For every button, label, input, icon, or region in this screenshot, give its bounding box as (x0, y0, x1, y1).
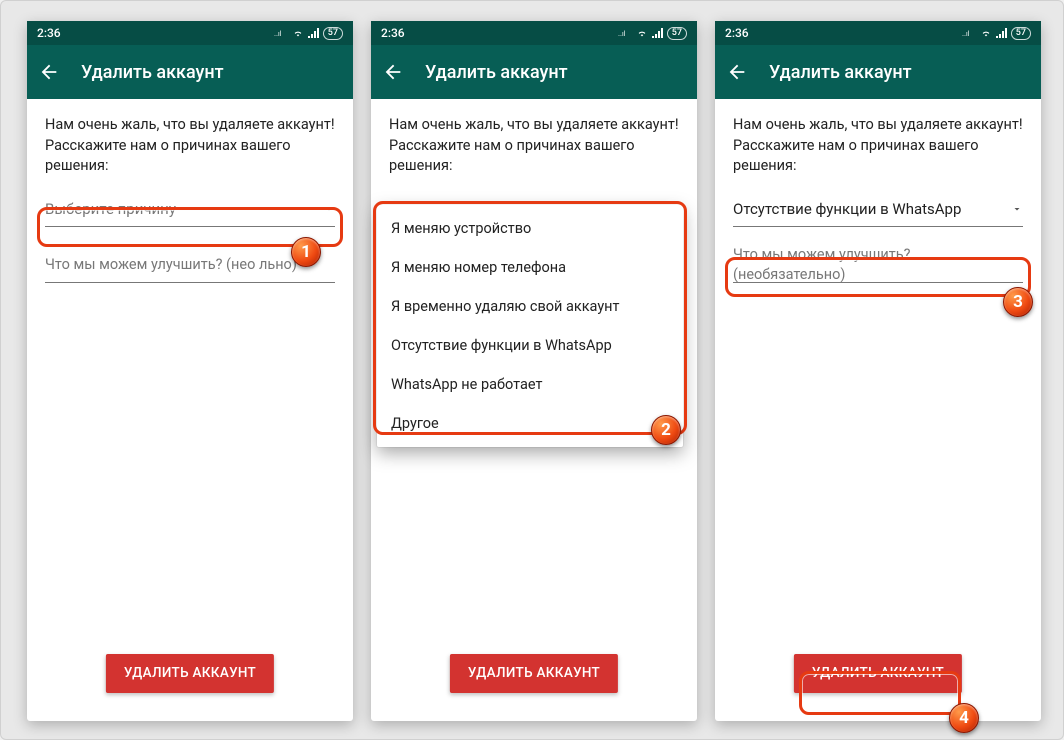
chevron-down-icon (1011, 203, 1023, 215)
battery-indicator: 57 (1011, 27, 1031, 40)
arrow-left-icon (38, 61, 60, 83)
dropdown-item[interactable]: Другое (377, 404, 683, 443)
dropdown-item[interactable]: WhatsApp не работает (377, 365, 683, 404)
svg-text:..ıl: ..ıl (962, 31, 970, 38)
battery-indicator: 57 (667, 27, 687, 40)
content-area: Нам очень жаль, что вы удаляете аккаунт!… (715, 99, 1041, 721)
dropdown-item[interactable]: Я меняю номер телефона (377, 248, 683, 287)
content-area: Нам очень жаль, что вы удаляете аккаунт!… (27, 99, 353, 721)
app-bar: Удалить аккаунт (27, 45, 353, 99)
status-time: 2:36 (37, 26, 61, 40)
wifi-icon (635, 28, 649, 38)
status-right: ..ıl 57 (962, 27, 1031, 40)
status-bar: 2:36 ..ıl 57 (715, 21, 1041, 45)
reason-select-label: Выберите причину (45, 199, 176, 220)
back-button[interactable] (379, 58, 407, 86)
status-time: 2:36 (725, 26, 749, 40)
back-button[interactable] (35, 58, 63, 86)
volte-icon: ..ıl (274, 28, 288, 38)
wifi-icon (979, 28, 993, 38)
reason-select[interactable]: Отсутствие функции в WhatsApp (733, 193, 1023, 227)
status-right: ..ıl 57 (618, 27, 687, 40)
svg-text:..ıl: ..ıl (618, 31, 626, 38)
reason-dropdown: Я меняю устройство Я меняю номер телефон… (377, 205, 683, 447)
reason-select[interactable]: Выберите причину (45, 193, 335, 227)
status-bar: 2:36 ..ıl 57 (27, 21, 353, 45)
volte-icon: ..ıl (618, 28, 632, 38)
improve-placeholder: Что мы можем улучшить? (нео льно) (45, 255, 297, 276)
chevron-down-icon (323, 203, 335, 215)
arrow-left-icon (726, 61, 748, 83)
improve-placeholder: Что мы можем улучшить? (необязательно) (733, 245, 1021, 286)
intro-text: Нам очень жаль, что вы удаляете аккаунт!… (389, 115, 679, 177)
intro-text: Нам очень жаль, что вы удаляете аккаунт!… (45, 115, 335, 177)
app-bar: Удалить аккаунт (715, 45, 1041, 99)
phone-screenshot-1: 2:36 ..ıl 57 Удалить аккаунт Нам очень ж… (27, 21, 353, 721)
reason-select-value: Отсутствие функции в WhatsApp (733, 199, 961, 220)
status-bar: 2:36 ..ıl 57 (371, 21, 697, 45)
status-right: ..ıl 57 (274, 27, 343, 40)
signal-icon (652, 28, 664, 38)
improve-input[interactable]: Что мы можем улучшить? (необязательно) (733, 253, 1023, 283)
appbar-title: Удалить аккаунт (425, 62, 568, 83)
appbar-title: Удалить аккаунт (769, 62, 912, 83)
arrow-left-icon (382, 61, 404, 83)
delete-account-button[interactable]: УДАЛИТЬ АККАУНТ (794, 654, 962, 693)
svg-text:..ıl: ..ıl (274, 31, 282, 38)
phone-screenshot-2: 2:36 ..ıl 57 Удалить аккаунт Нам очень ж… (371, 21, 697, 721)
signal-icon (308, 28, 320, 38)
signal-icon (996, 28, 1008, 38)
dropdown-item[interactable]: Я меняю устройство (377, 209, 683, 248)
wifi-icon (291, 28, 305, 38)
battery-indicator: 57 (323, 27, 343, 40)
back-button[interactable] (723, 58, 751, 86)
tutorial-frame: 2:36 ..ıl 57 Удалить аккаунт Нам очень ж… (0, 0, 1064, 740)
volte-icon: ..ıl (962, 28, 976, 38)
status-time: 2:36 (381, 26, 405, 40)
delete-account-button[interactable]: УДАЛИТЬ АККАУНТ (106, 654, 274, 693)
app-bar: Удалить аккаунт (371, 45, 697, 99)
improve-input[interactable]: Что мы можем улучшить? (нео льно) (45, 253, 335, 283)
intro-text: Нам очень жаль, что вы удаляете аккаунт!… (733, 115, 1023, 177)
phone-screenshot-3: 2:36 ..ıl 57 Удалить аккаунт Нам очень ж… (715, 21, 1041, 721)
dropdown-item[interactable]: Отсутствие функции в WhatsApp (377, 326, 683, 365)
dropdown-item[interactable]: Я временно удаляю свой аккаунт (377, 287, 683, 326)
delete-account-button[interactable]: УДАЛИТЬ АККАУНТ (450, 654, 618, 693)
appbar-title: Удалить аккаунт (81, 62, 224, 83)
